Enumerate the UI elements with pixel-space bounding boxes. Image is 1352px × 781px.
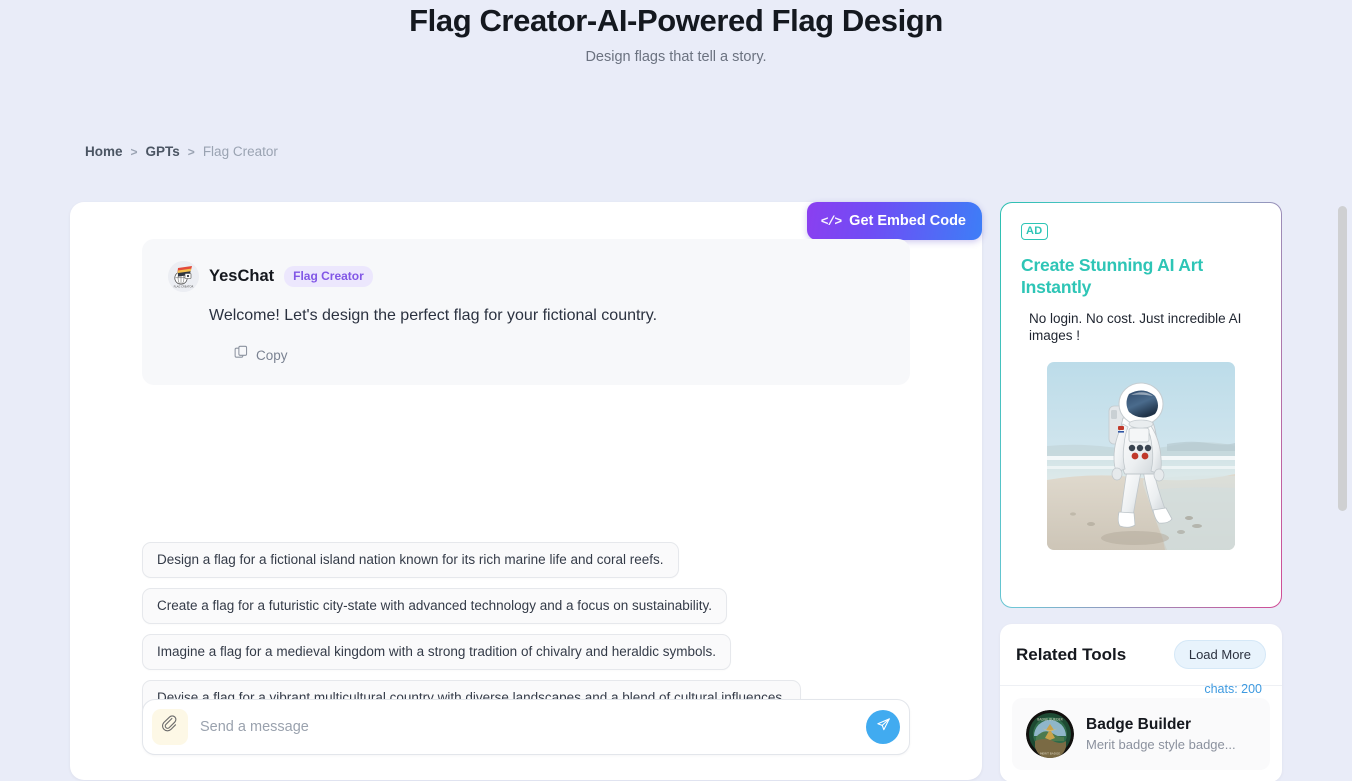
breadcrumb-separator: > [187, 144, 195, 159]
tool-info: Badge Builder Merit badge style badge... [1086, 716, 1236, 752]
svg-text:BADGE BUILDER: BADGE BUILDER [1037, 718, 1063, 722]
code-brackets-icon: </> [820, 213, 842, 229]
related-tools-title: Related Tools [1016, 644, 1127, 664]
tool-chat-count: chats: 200 [1204, 682, 1262, 696]
ad-description: No login. No cost. Just incredible AI im… [1029, 311, 1242, 343]
message-input[interactable] [188, 719, 866, 735]
load-more-button[interactable]: Load More [1173, 640, 1266, 669]
astronaut-on-beach-image[interactable] [1047, 362, 1235, 550]
svg-text:MERIT BADGE: MERIT BADGE [1040, 752, 1060, 756]
copy-label: Copy [256, 347, 288, 363]
message-composer [142, 699, 910, 755]
breadcrumb-separator: > [130, 144, 138, 159]
suggestion-chip[interactable]: Imagine a flag for a medieval kingdom wi… [142, 634, 732, 670]
copy-icon [234, 345, 249, 365]
ad-title[interactable]: Create Stunning AI Art Instantly [1021, 254, 1261, 298]
page-title: Flag Creator-AI-Powered Flag Design [409, 3, 943, 38]
breadcrumb-home[interactable]: Home [85, 144, 123, 159]
breadcrumb: Home > GPTs > Flag Creator [85, 144, 278, 159]
flag-creator-avatar: FLAG CREATOR [168, 261, 199, 292]
paperclip-icon [161, 715, 180, 739]
chat-panel: </> Get Embed Code FLAG CREATOR YesChat … [70, 202, 982, 780]
main-content: </> Get Embed Code FLAG CREATOR YesChat … [70, 202, 1282, 781]
ad-badge: AD [1021, 223, 1048, 240]
advertisement-card: AD Create Stunning AI Art Instantly No l… [1000, 202, 1282, 608]
copy-button[interactable]: Copy [234, 345, 288, 365]
suggestion-chip[interactable]: Design a flag for a fictional island nat… [142, 542, 679, 578]
page-scrollbar[interactable] [1338, 206, 1347, 511]
attach-file-button[interactable] [152, 709, 188, 745]
badge-seal-avatar: BADGE BUILDER MERIT BADGE [1026, 710, 1074, 758]
svg-text:FLAG CREATOR: FLAG CREATOR [174, 285, 194, 289]
tool-name: Badge Builder [1086, 716, 1192, 733]
assistant-message: FLAG CREATOR YesChat Flag Creator Welcom… [142, 239, 910, 385]
send-button[interactable] [866, 710, 900, 744]
ad-body: AD Create Stunning AI Art Instantly No l… [1003, 205, 1279, 550]
message-author: YesChat [209, 267, 275, 285]
breadcrumb-gpts[interactable]: GPTs [146, 144, 180, 159]
suggestion-chip[interactable]: Create a flag for a futuristic city-stat… [142, 588, 728, 624]
right-sidebar: AD Create Stunning AI Art Instantly No l… [1000, 202, 1282, 781]
page-header: Flag Creator-AI-Powered Flag Design Desi… [0, 0, 1352, 66]
get-embed-code-button[interactable]: </> Get Embed Code [806, 202, 982, 240]
get-embed-code-label: Get Embed Code [849, 213, 966, 229]
related-tools-panel: Related Tools Load More chats: 200 BADGE… [1000, 624, 1282, 781]
page-subtitle: Design flags that tell a story. [585, 49, 767, 65]
message-text: Welcome! Let's design the perfect flag f… [209, 307, 658, 324]
breadcrumb-current: Flag Creator [202, 144, 278, 159]
message-role-badge: Flag Creator [284, 266, 373, 287]
send-paper-plane-icon [875, 716, 892, 738]
suggestion-list: Design a flag for a fictional island nat… [142, 542, 801, 716]
list-item[interactable]: chats: 200 BADGE BUILDER MERIT BADGE Bad… [1012, 682, 1270, 770]
tool-description: Merit badge style badge... [1086, 737, 1236, 752]
message-header: FLAG CREATOR YesChat Flag Creator [168, 261, 884, 292]
related-tools-header: Related Tools Load More [1000, 624, 1282, 686]
